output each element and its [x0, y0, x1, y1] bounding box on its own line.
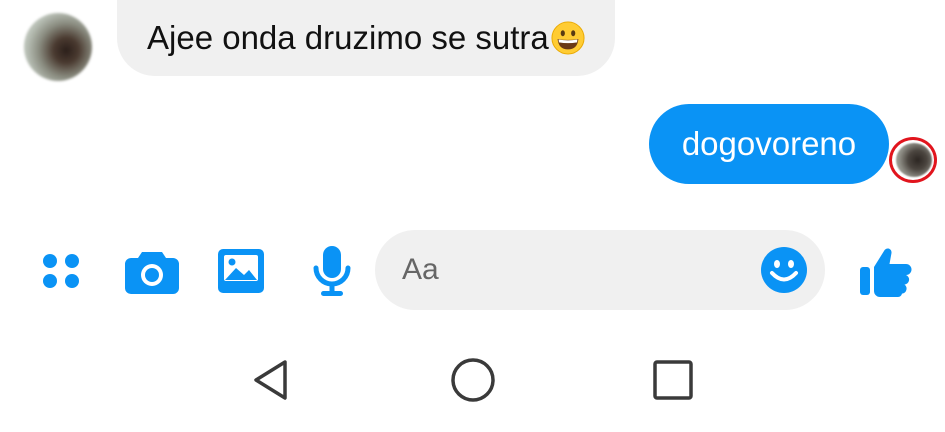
nav-recents-button[interactable]: [648, 355, 698, 405]
seen-highlight-circle: [889, 137, 937, 183]
chat-screen: Ajee onda druzimo se sutra dogovoreno: [0, 0, 945, 432]
message-input[interactable]: [402, 230, 742, 310]
grinning-face-emoji-icon: [551, 21, 585, 55]
home-icon: [451, 358, 495, 402]
gallery-button[interactable]: [213, 243, 269, 299]
like-button[interactable]: [857, 243, 915, 299]
gallery-icon: [218, 249, 264, 293]
apps-grid-icon: [43, 254, 79, 288]
back-icon: [254, 360, 287, 400]
message-input-container: [375, 230, 825, 310]
recents-icon: [653, 360, 693, 400]
incoming-message-text: Ajee onda druzimo se sutra: [147, 19, 549, 56]
outgoing-message-text: dogovoreno: [681, 125, 857, 162]
camera-icon: [125, 252, 179, 294]
microphone-icon: [313, 246, 351, 296]
nav-home-button[interactable]: [448, 355, 498, 405]
voice-button[interactable]: [307, 243, 357, 299]
emoji-smiley-icon[interactable]: [760, 246, 808, 294]
nav-back-button[interactable]: [245, 355, 295, 405]
contact-avatar[interactable]: [24, 13, 92, 81]
thumbs-up-icon: [860, 248, 912, 297]
incoming-message-bubble[interactable]: Ajee onda druzimo se sutra: [117, 0, 615, 76]
outgoing-message-bubble[interactable]: dogovoreno: [649, 104, 889, 184]
apps-button[interactable]: [38, 243, 86, 299]
camera-button[interactable]: [124, 243, 180, 299]
